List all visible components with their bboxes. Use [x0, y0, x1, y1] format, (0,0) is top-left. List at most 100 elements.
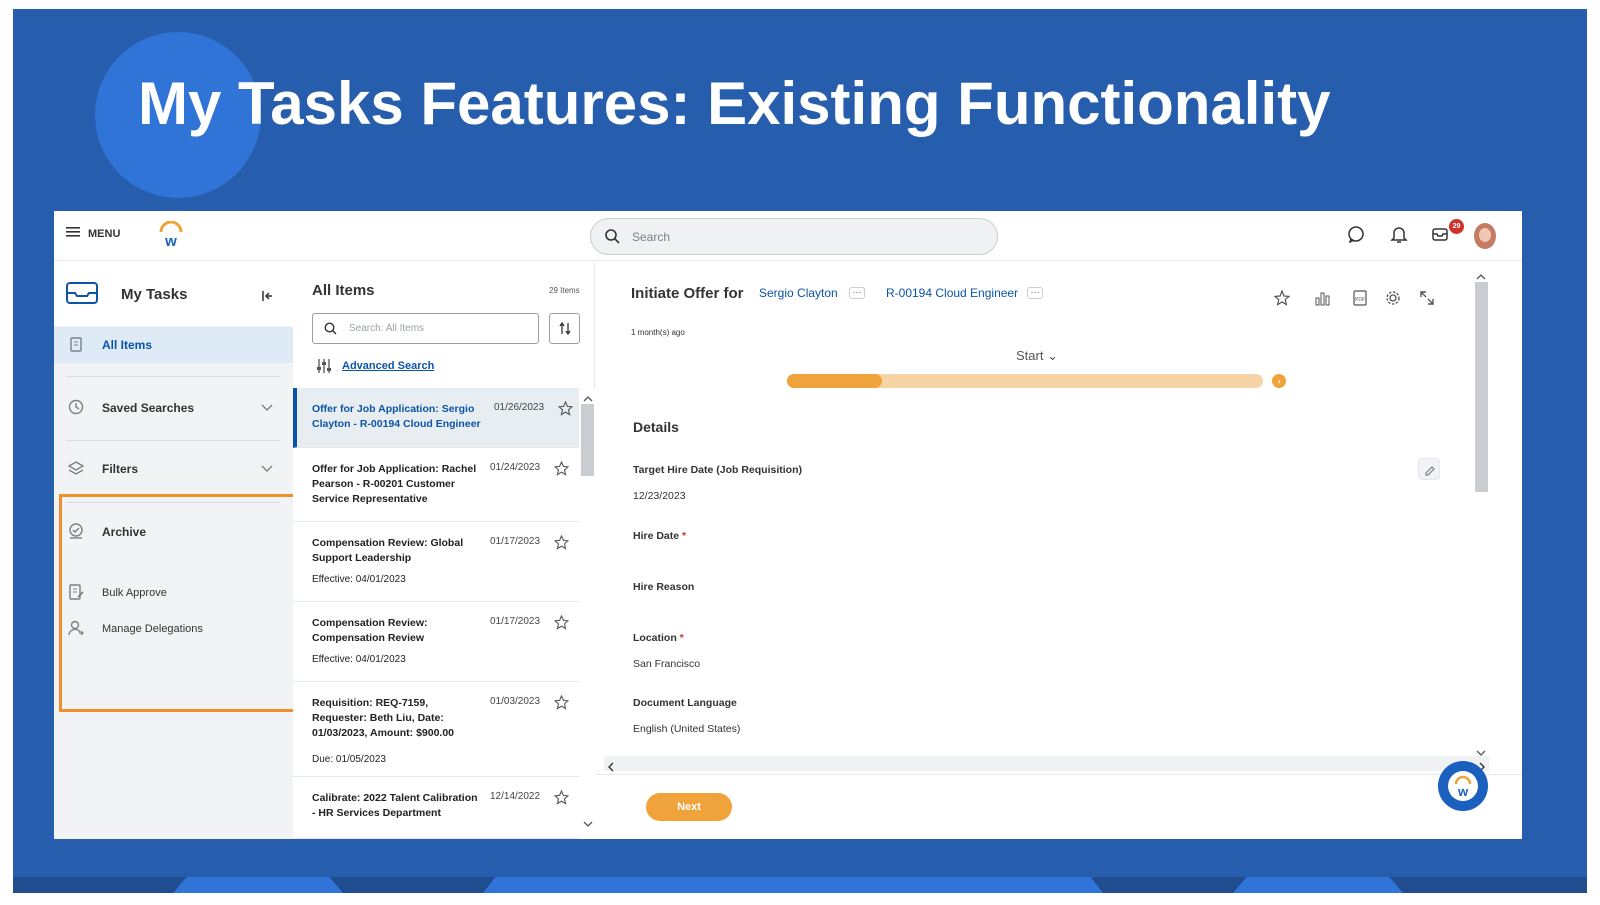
- star-icon[interactable]: [1273, 289, 1291, 311]
- workday-app-window: MENU w Search 29 My Tasks All Items Save…: [54, 211, 1522, 839]
- task-date: 12/14/2022: [490, 791, 541, 802]
- required-asterisk: *: [682, 530, 687, 542]
- list-search-input[interactable]: Search: All Items: [312, 313, 539, 344]
- field-label-document-language: Document Language: [633, 697, 737, 709]
- svg-text:w: w: [164, 233, 177, 249]
- candidate-link[interactable]: Sergio Clayton: [759, 286, 838, 300]
- task-list: Offer for Job Application: Sergio Clayto…: [293, 388, 579, 839]
- bar-chart-icon[interactable]: [1315, 290, 1331, 311]
- star-icon[interactable]: [553, 789, 570, 810]
- scrollbar-thumb[interactable]: [1475, 282, 1488, 492]
- sort-arrows-icon: [558, 321, 572, 347]
- task-date: 01/26/2023: [494, 402, 545, 413]
- star-icon[interactable]: [557, 400, 574, 421]
- task-list-item[interactable]: Requisition: REQ-7159, Requester: Beth L…: [293, 682, 579, 777]
- sidebar-item-saved-searches[interactable]: Saved Searches: [54, 390, 293, 426]
- task-detail-panel: Initiate Offer for Sergio Clayton ··· R-…: [596, 262, 1522, 839]
- detail-horizontal-scrollbar[interactable]: [604, 756, 1489, 772]
- chevron-down-icon[interactable]: [261, 401, 273, 415]
- sidebar-item-all-items[interactable]: All Items: [54, 327, 293, 363]
- svg-text:w: w: [1457, 784, 1469, 799]
- task-title: Offer for Job Application: Sergio Clayto…: [312, 403, 481, 430]
- related-actions-button[interactable]: ···: [1027, 287, 1043, 299]
- advanced-search-link[interactable]: Advanced Search: [342, 360, 434, 372]
- detail-vertical-scrollbar[interactable]: [1474, 266, 1489, 756]
- task-date: 01/24/2023: [490, 462, 541, 473]
- bell-icon[interactable]: [1390, 225, 1408, 248]
- svg-text:PDF: PDF: [1355, 297, 1365, 303]
- task-title: Offer for Job Application: Rachel Pearso…: [312, 463, 477, 505]
- field-value-location: San Francisco: [633, 658, 701, 670]
- sliders-icon: [316, 358, 332, 379]
- inbox-tray-icon: [66, 280, 98, 311]
- workday-assistant-button[interactable]: w: [1438, 761, 1488, 811]
- workday-logo-icon: w: [1448, 771, 1478, 801]
- star-icon[interactable]: [553, 460, 570, 481]
- clock-icon: [68, 399, 84, 418]
- chevron-down-icon[interactable]: [261, 462, 273, 476]
- scrollbar-thumb[interactable]: [581, 404, 594, 476]
- user-avatar[interactable]: [1474, 223, 1496, 249]
- divider: [66, 376, 280, 377]
- field-label-hire-date: Hire Date *: [633, 530, 687, 542]
- list-title: All Items: [312, 282, 375, 299]
- chevron-right-icon[interactable]: ›: [1272, 374, 1286, 388]
- field-value-document-language: English (United States): [633, 723, 741, 735]
- task-date: 01/17/2023: [490, 536, 541, 547]
- global-search-input[interactable]: Search: [590, 218, 998, 255]
- detail-title: Initiate Offer for: [631, 285, 744, 302]
- menu-button[interactable]: MENU: [66, 227, 120, 240]
- requisition-link[interactable]: R-00194 Cloud Engineer: [886, 286, 1018, 300]
- menu-label: MENU: [88, 227, 121, 240]
- task-title: Requisition: REQ-7159, Requester: Beth L…: [312, 697, 455, 739]
- field-value-target-hire-date: 12/23/2023: [633, 490, 686, 502]
- star-icon[interactable]: [553, 534, 570, 555]
- task-list-item[interactable]: Compensation Review: Compensation Review…: [293, 602, 579, 682]
- highlight-annotation-box: [59, 494, 296, 712]
- star-icon[interactable]: [553, 614, 570, 635]
- sidebar-title: My Tasks: [121, 286, 188, 303]
- sidebar-item-filters[interactable]: Filters: [54, 451, 293, 487]
- stage-selector[interactable]: Start ⌄: [1016, 348, 1058, 364]
- related-actions-button[interactable]: ···: [849, 287, 865, 299]
- workday-logo[interactable]: w: [158, 220, 184, 250]
- task-date: 01/03/2023: [490, 696, 541, 707]
- inbox-icon[interactable]: [1431, 225, 1449, 248]
- slide-title: My Tasks Features: Existing Functionalit…: [138, 70, 1331, 137]
- chat-icon[interactable]: [1347, 225, 1365, 248]
- sidebar-item-label: Filters: [102, 462, 139, 476]
- task-list-item[interactable]: Compensation Review: Global Support Lead…: [293, 522, 579, 602]
- next-button[interactable]: Next: [646, 793, 732, 821]
- divider: [66, 440, 280, 441]
- task-age: 1 month(s) ago: [631, 328, 685, 337]
- star-icon[interactable]: [553, 694, 570, 715]
- inbox-count-badge: 29: [1449, 219, 1464, 234]
- search-icon: [324, 322, 337, 340]
- field-label-hire-reason: Hire Reason: [633, 581, 695, 593]
- sidebar-item-label: All Items: [102, 338, 153, 352]
- item-count: 29 Items: [549, 286, 580, 295]
- gear-icon[interactable]: [1385, 290, 1401, 311]
- hamburger-icon: [66, 227, 80, 240]
- details-heading: Details: [633, 419, 679, 435]
- task-effective-date: Effective: 04/01/2023: [312, 654, 406, 665]
- progress-bar: [787, 374, 1263, 388]
- expand-icon[interactable]: [1419, 290, 1435, 311]
- task-list-item[interactable]: Calibrate: 2022 Talent Calibration - HR …: [293, 777, 579, 839]
- layers-icon: [67, 460, 85, 479]
- task-list-item[interactable]: Offer for Job Application: Sergio Clayto…: [293, 388, 579, 448]
- field-label-location: Location *: [633, 632, 684, 644]
- task-date: 01/17/2023: [490, 616, 541, 627]
- edit-button[interactable]: [1418, 458, 1440, 480]
- field-label-target-hire-date: Target Hire Date (Job Requisition): [633, 464, 802, 476]
- action-bar: Next: [596, 774, 1522, 839]
- sidebar-item-label: Saved Searches: [102, 401, 195, 415]
- chevron-down-icon[interactable]: [583, 815, 593, 833]
- task-title: Compensation Review: Compensation Review: [312, 617, 428, 644]
- task-list-item[interactable]: Offer for Job Application: Rachel Pearso…: [293, 448, 579, 522]
- collapse-panel-icon[interactable]: [261, 289, 273, 307]
- progress-fill: [787, 374, 883, 388]
- sort-button[interactable]: [549, 313, 580, 344]
- pdf-icon[interactable]: PDF: [1352, 290, 1368, 311]
- task-list-scrollbar[interactable]: [580, 388, 595, 839]
